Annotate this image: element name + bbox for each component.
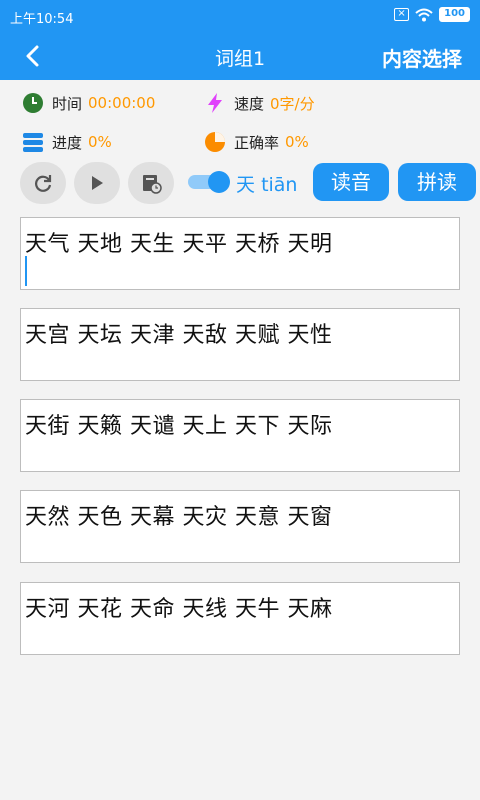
stats-panel: 时间 00:00:00 速度 0字/分 进度 0% 正确率 0% <box>0 80 480 160</box>
word-card-1[interactable]: 天气 天地 天生 天平 天桥 天明 <box>20 217 460 290</box>
timer-icon <box>143 175 162 194</box>
stat-speed: 速度 0字/分 <box>204 92 315 114</box>
progress-icon <box>22 131 44 153</box>
spell-read-button[interactable]: 拼读 <box>398 163 476 201</box>
progress-value: 0% <box>88 133 112 151</box>
accuracy-value: 0% <box>285 133 309 151</box>
status-time: 上午10:54 <box>10 12 74 27</box>
stat-time: 时间 00:00:00 <box>22 92 155 114</box>
status-icons: × 100 <box>394 7 470 22</box>
time-label: 时间 <box>52 94 83 113</box>
lightning-icon <box>204 92 226 114</box>
play-icon <box>92 176 103 190</box>
content-select-button[interactable]: 内容选择 <box>382 43 462 72</box>
progress-label: 进度 <box>52 133 83 152</box>
word-card-4[interactable]: 天然 天色 天幕 天灾 天意 天窗 <box>20 490 460 563</box>
speed-label: 速度 <box>234 94 265 113</box>
controls-row: 天 tiān 读音 拼读 <box>0 160 480 208</box>
speed-value: 0字/分 <box>270 94 315 113</box>
clock-icon <box>22 92 44 114</box>
card-text: 天然 天色 天幕 天灾 天意 天窗 <box>25 505 333 530</box>
card-text: 天宫 天坛 天津 天敌 天赋 天性 <box>25 323 333 348</box>
text-cursor <box>25 256 27 286</box>
play-button[interactable] <box>74 162 120 204</box>
word-card-5[interactable]: 天河 天花 天命 天线 天牛 天麻 <box>20 582 460 655</box>
toggle-knob <box>208 171 230 193</box>
card-text: 天气 天地 天生 天平 天桥 天明 <box>25 232 333 257</box>
card-text: 天街 天籁 天谴 天上 天下 天际 <box>25 414 333 439</box>
refresh-icon <box>35 175 52 192</box>
pinyin-toggle[interactable] <box>188 171 232 193</box>
sim-off-icon: × <box>394 8 410 21</box>
card-text: 天河 天花 天命 天线 天牛 天麻 <box>25 597 333 622</box>
word-card-2[interactable]: 天宫 天坛 天津 天敌 天赋 天性 <box>20 308 460 381</box>
timer-button[interactable] <box>128 162 174 204</box>
pie-chart-icon <box>204 131 226 153</box>
current-char: 天 <box>236 174 256 196</box>
accuracy-label: 正确率 <box>234 133 280 152</box>
current-char-display: 天 tiān <box>236 170 297 197</box>
time-value: 00:00:00 <box>88 94 156 112</box>
read-aloud-button[interactable]: 读音 <box>313 163 389 201</box>
word-card-3[interactable]: 天街 天籁 天谴 天上 天下 天际 <box>20 399 460 472</box>
current-pinyin: tiān <box>261 174 298 196</box>
stat-accuracy: 正确率 0% <box>204 131 309 153</box>
battery-icon: 100 <box>439 7 470 22</box>
wifi-icon <box>415 8 433 21</box>
stat-progress: 进度 0% <box>22 131 112 153</box>
status-bar: 上午10:54 × 100 <box>0 0 480 32</box>
reset-button[interactable] <box>20 162 66 204</box>
nav-bar: 词组1 内容选择 <box>0 32 480 80</box>
